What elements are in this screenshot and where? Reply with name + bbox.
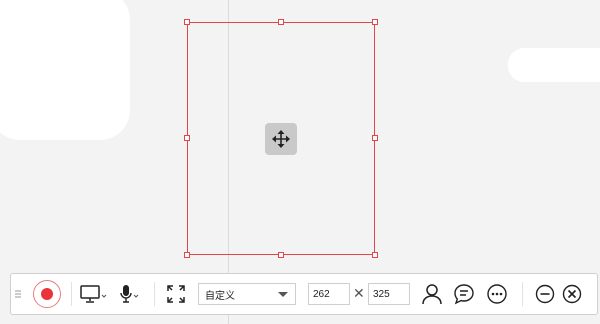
divider — [522, 282, 523, 306]
resize-handle-left[interactable] — [184, 135, 190, 141]
minimize-icon — [535, 284, 555, 304]
feedback-button[interactable] — [452, 282, 476, 306]
screen-source-button[interactable] — [79, 283, 109, 305]
preset-size-value: 自定义 — [205, 290, 235, 302]
more-icon — [486, 283, 508, 305]
divider — [71, 282, 72, 306]
screen-icon — [80, 284, 108, 304]
recorder-toolbar: 自定义 ✕ — [10, 273, 598, 315]
resize-handle-right[interactable] — [372, 135, 378, 141]
resize-handle-top-right[interactable] — [372, 19, 378, 25]
record-icon — [41, 288, 53, 300]
move-icon — [271, 129, 291, 149]
microphone-button[interactable] — [117, 283, 141, 305]
user-icon — [421, 283, 443, 305]
chat-icon — [453, 283, 475, 305]
minimize-button[interactable] — [533, 282, 557, 306]
resize-handle-top-left[interactable] — [184, 19, 190, 25]
account-button[interactable] — [419, 282, 445, 306]
more-button[interactable] — [485, 282, 509, 306]
microphone-icon — [118, 284, 140, 304]
height-input[interactable] — [368, 283, 410, 305]
fullscreen-icon — [167, 285, 185, 303]
chevron-down-icon — [278, 292, 288, 297]
move-button[interactable] — [265, 123, 297, 155]
background-blob — [508, 48, 600, 82]
close-button[interactable] — [560, 282, 584, 306]
resize-handle-top[interactable] — [278, 19, 284, 25]
width-input[interactable] — [308, 283, 350, 305]
record-button[interactable] — [33, 280, 61, 308]
background-blob — [0, 0, 130, 140]
preset-size-select[interactable]: 自定义 — [198, 283, 296, 305]
divider — [154, 282, 155, 306]
drag-grip-icon[interactable] — [14, 289, 22, 299]
times-sign: ✕ — [353, 285, 365, 301]
fullscreen-button[interactable] — [164, 283, 188, 305]
resize-handle-bottom-right[interactable] — [372, 252, 378, 258]
close-icon — [562, 284, 582, 304]
resize-handle-bottom[interactable] — [278, 252, 284, 258]
resize-handle-bottom-left[interactable] — [184, 252, 190, 258]
